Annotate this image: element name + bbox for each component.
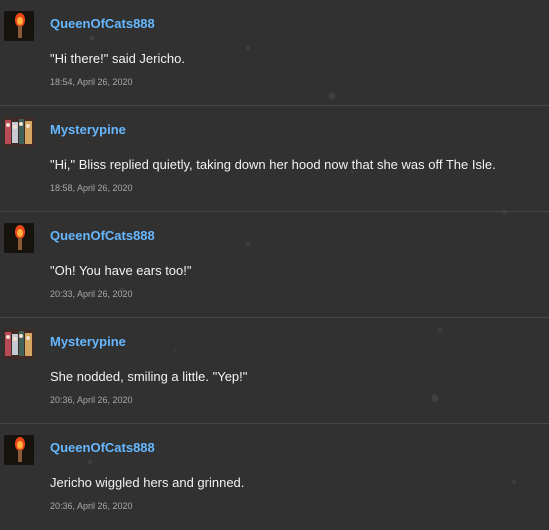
user-avatar[interactable] [4, 223, 34, 253]
post-item: QueenOfCats888 "Oh! You have ears too!" … [0, 212, 549, 318]
post-timestamp[interactable]: 20:36, April 26, 2020 [50, 501, 133, 511]
post-timestamp[interactable]: 20:36, April 26, 2020 [50, 395, 133, 405]
torch-flame-avatar-icon [4, 223, 34, 253]
colorful-group-avatar-icon [4, 117, 34, 147]
post-message: Jericho wiggled hers and grinned. [50, 475, 245, 490]
post-list: QueenOfCats888 "Hi there!" said Jericho.… [0, 0, 549, 530]
post-username[interactable]: QueenOfCats888 [50, 16, 155, 31]
torch-flame-avatar-icon [4, 435, 34, 465]
user-avatar[interactable] [4, 117, 34, 147]
post-timestamp[interactable]: 18:58, April 26, 2020 [50, 183, 133, 193]
post-username[interactable]: Mysterypine [50, 122, 126, 137]
post-message: She nodded, smiling a little. "Yep!" [50, 369, 248, 384]
post-message: "Hi," Bliss replied quietly, taking down… [50, 157, 496, 172]
post-username[interactable]: QueenOfCats888 [50, 440, 155, 455]
post-item: Mysterypine She nodded, smiling a little… [0, 318, 549, 424]
post-username[interactable]: Mysterypine [50, 334, 126, 349]
post-timestamp[interactable]: 20:33, April 26, 2020 [50, 289, 133, 299]
post-message: "Oh! You have ears too!" [50, 263, 192, 278]
post-item: QueenOfCats888 Jericho wiggled hers and … [0, 424, 549, 530]
user-avatar[interactable] [4, 11, 34, 41]
torch-flame-avatar-icon [4, 11, 34, 41]
post-username[interactable]: QueenOfCats888 [50, 228, 155, 243]
post-item: QueenOfCats888 "Hi there!" said Jericho.… [0, 0, 549, 106]
post-item: Mysterypine "Hi," Bliss replied quietly,… [0, 106, 549, 212]
colorful-group-avatar-icon [4, 329, 34, 359]
user-avatar[interactable] [4, 435, 34, 465]
user-avatar[interactable] [4, 329, 34, 359]
post-message: "Hi there!" said Jericho. [50, 51, 185, 66]
post-timestamp[interactable]: 18:54, April 26, 2020 [50, 77, 133, 87]
